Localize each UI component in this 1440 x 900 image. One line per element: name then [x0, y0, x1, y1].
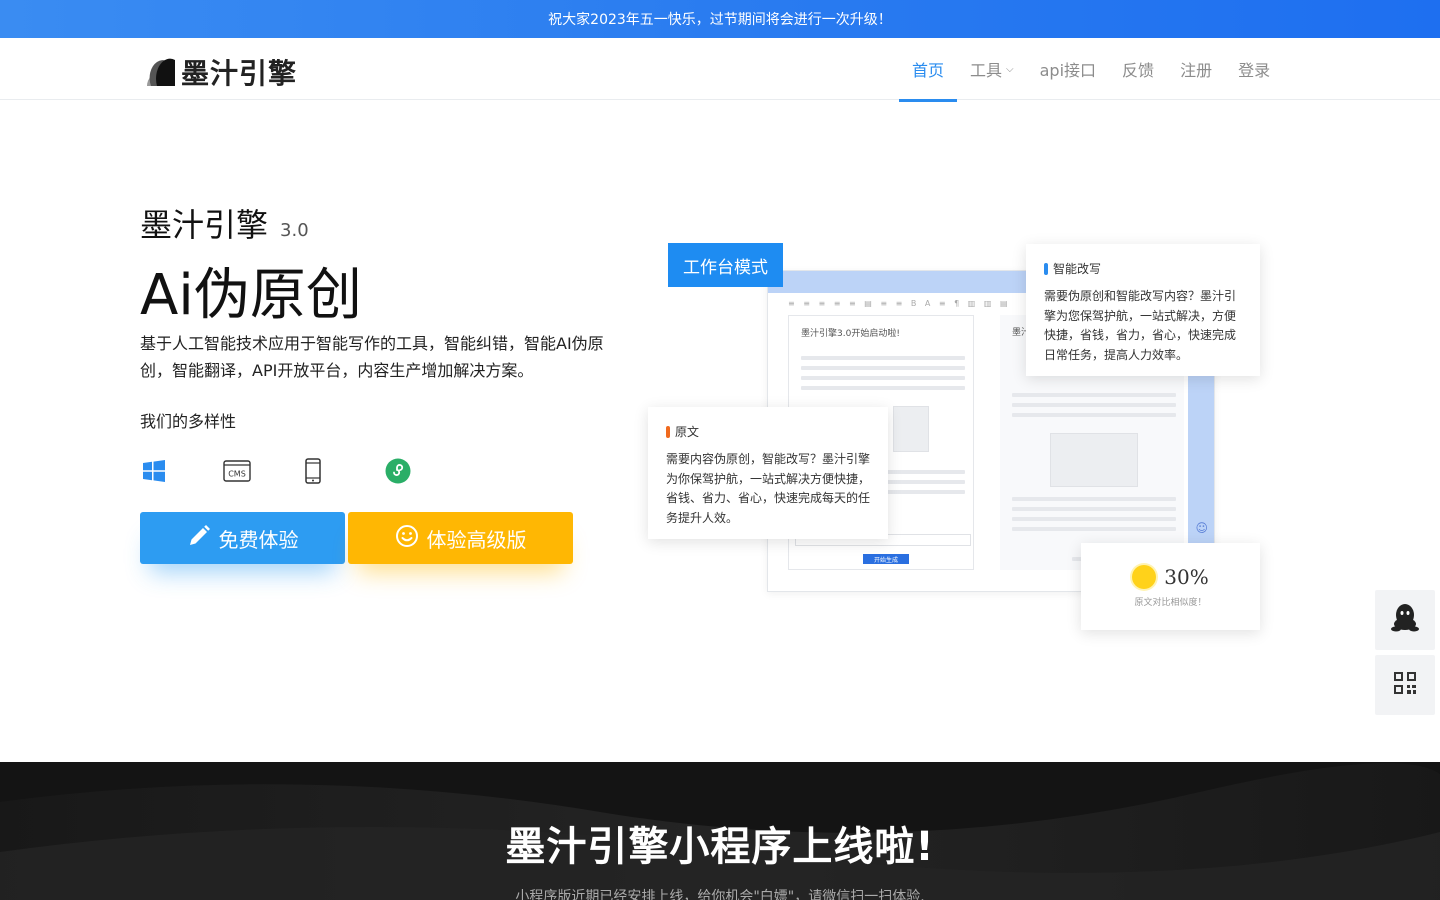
qq-icon — [1391, 603, 1419, 637]
free-trial-button[interactable]: 免费体验 — [140, 512, 345, 564]
text-line — [801, 366, 965, 370]
similarity-caption: 原文对比相似度！ — [1134, 598, 1207, 608]
qrcode-button[interactable] — [1375, 655, 1435, 715]
generate-button: 开始生成 — [863, 554, 909, 564]
similarity-value: 30% — [1164, 565, 1209, 589]
svg-text:CMS: CMS — [228, 470, 246, 479]
text-line — [1012, 517, 1176, 521]
promo-title: 墨汁引擎小程序上线啦! — [505, 824, 935, 870]
chevron-down-icon: ⌵ — [1006, 63, 1014, 75]
editor-doc-title: 墨汁引擎3.0开始启动啦! — [801, 329, 900, 339]
free-trial-label: 免费体验 — [218, 527, 299, 552]
text-line — [1012, 403, 1176, 407]
qrcode-icon — [1393, 671, 1417, 699]
original-card-text: 需要内容伪原创，智能改写？墨汁引擎为你保驾护航，一站式解决方便快捷，省钱、省力、… — [666, 452, 871, 525]
promo-subtitle: 小程序版近期已经安排上线，给你机会"白嫖"，请微信扫一扫体验. — [515, 889, 925, 900]
cms-icon[interactable]: CMS — [223, 458, 304, 484]
rewrite-card-header: 智能改写 — [1044, 260, 1242, 277]
mobile-icon[interactable] — [304, 458, 385, 484]
nav-tools-label: 工具 — [970, 61, 1003, 80]
diversity-label: 我们的多样性 — [140, 412, 237, 431]
mini-program-promo: 墨汁引擎小程序上线啦! 小程序版近期已经安排上线，给你机会"白嫖"，请微信扫一扫… — [0, 762, 1440, 900]
nav-tools[interactable]: 工具 ⌵ — [957, 38, 1027, 100]
text-line — [1012, 497, 1176, 501]
nav-api[interactable]: api接口 — [1027, 38, 1109, 100]
announcement-banner: 祝大家2023年五一快乐，过节期间将会进行一次升级！ — [0, 0, 1440, 38]
similarity-row: 30% — [1099, 565, 1242, 589]
smile-icon — [395, 524, 419, 553]
generate-label: 开始生成 — [873, 556, 898, 564]
announcement-text: 祝大家2023年五一快乐，过节期间将会进行一次升级！ — [548, 12, 892, 28]
nav-home[interactable]: 首页 — [899, 38, 958, 102]
text-line — [801, 356, 965, 360]
score-badge-icon — [1132, 565, 1157, 589]
nav-api-label: api接口 — [1039, 61, 1097, 80]
nav-login-label: 登录 — [1238, 61, 1271, 80]
brand-version: 3.0 — [280, 220, 309, 241]
hero-title: Ai伪原创 — [140, 263, 362, 328]
original-card-title: 原文 — [675, 425, 700, 439]
chat-bubble-icon: ☺ — [1195, 521, 1208, 535]
brand-name: 墨汁引擎 — [140, 206, 269, 244]
text-line — [801, 376, 965, 380]
windows-icon[interactable] — [142, 458, 223, 484]
main-nav: 首页 工具 ⌵ api接口 反馈 注册 登录 — [899, 38, 1283, 102]
text-line — [1012, 393, 1176, 397]
nav-register-label: 注册 — [1180, 61, 1213, 80]
text-line — [1012, 507, 1176, 511]
original-card-header: 原文 — [666, 423, 870, 440]
image-placeholder-icon — [1050, 433, 1138, 487]
rewrite-card: 智能改写 需要伪原创和智能改写内容？墨汁引擎为您保驾护航，一站式解决，方便快捷，… — [1026, 244, 1260, 376]
blue-marker-icon — [1044, 262, 1048, 275]
workbench-illustration: ≡ ≡ ≡ ≡ ≡ ▤ ≡ ≡ B A ≡ ¶ ▥ ▥ ▤ 墨汁引擎3.0开始启… — [640, 240, 1270, 640]
similarity-card: 30% 原文对比相似度！ — [1081, 543, 1260, 630]
brand-line: 墨汁引擎 3.0 — [140, 200, 309, 246]
workbench-mode-tag: 工作台模式 — [668, 243, 783, 287]
platform-icons: CMS — [142, 458, 466, 484]
orange-marker-icon — [666, 425, 670, 438]
pencil-icon — [187, 524, 211, 553]
nav-register[interactable]: 注册 — [1167, 38, 1225, 100]
hero-description: 基于人工智能技术应用于智能写作的工具，智能纠错，智能AI伪原创，智能翻译，API… — [140, 334, 604, 380]
rewrite-card-text: 需要伪原创和智能改写内容？墨汁引擎为您保驾护航，一站式解决，方便快捷，省钱，省力… — [1044, 289, 1237, 362]
editor-toolbar: ≡ ≡ ≡ ≡ ≡ ▤ ≡ ≡ B A ≡ ¶ ▥ ▥ ▤ — [788, 299, 1011, 308]
site-header: 墨汁引擎 首页 工具 ⌵ api接口 反馈 注册 登录 — [0, 38, 1440, 102]
nav-feedback-label: 反馈 — [1122, 61, 1155, 80]
rewrite-card-title: 智能改写 — [1053, 262, 1102, 276]
logo-text: 墨汁引擎 — [181, 57, 298, 90]
pro-trial-label: 体验高级版 — [426, 527, 527, 552]
text-line — [1012, 527, 1176, 531]
original-card: 原文 需要内容伪原创，智能改写？墨汁引擎为你保驾护航，一站式解决方便快捷，省钱、… — [648, 407, 888, 539]
nav-login[interactable]: 登录 — [1225, 38, 1283, 100]
pro-trial-button[interactable]: 体验高级版 — [348, 512, 573, 564]
nav-feedback[interactable]: 反馈 — [1109, 38, 1167, 100]
mini-program-icon[interactable] — [385, 458, 466, 484]
qq-contact-button[interactable] — [1375, 590, 1435, 650]
image-placeholder-icon — [893, 406, 929, 452]
logo-mark-icon — [145, 56, 177, 88]
nav-home-label: 首页 — [912, 61, 945, 80]
site-logo[interactable]: 墨汁引擎 — [145, 52, 297, 92]
text-line — [1012, 413, 1176, 417]
text-line — [801, 386, 965, 390]
